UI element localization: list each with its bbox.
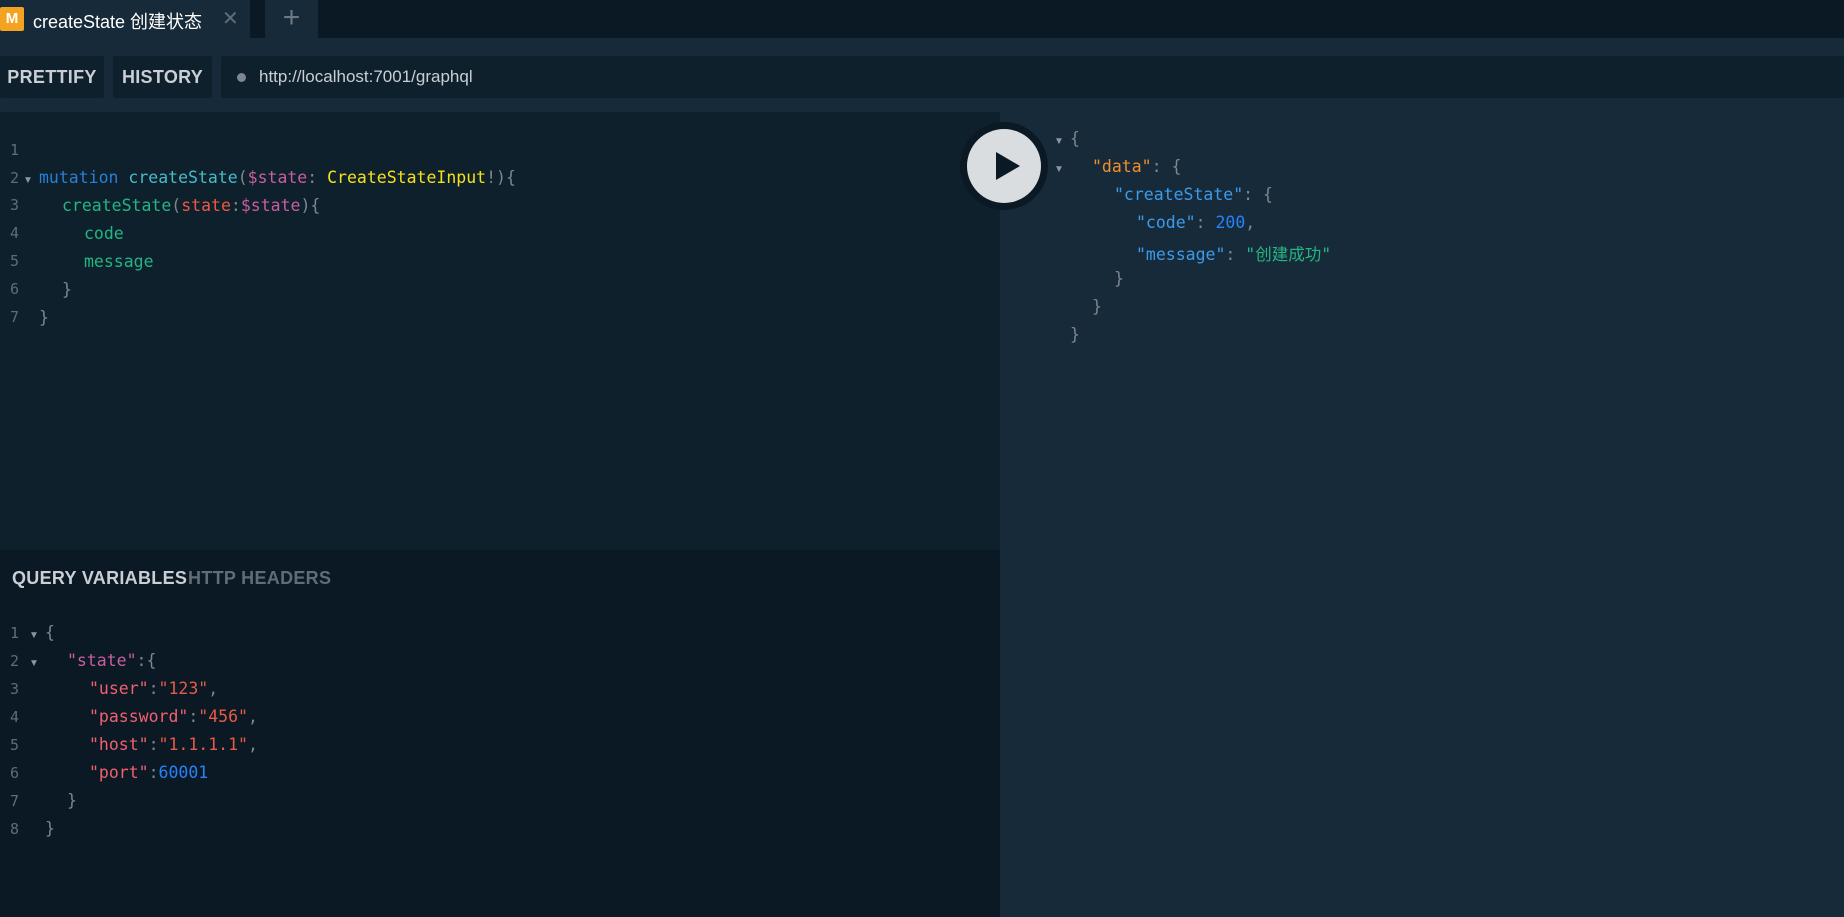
triangle-down-icon[interactable]: ▼ — [23, 175, 33, 186]
triangle-down-icon[interactable]: ▼ — [1054, 164, 1064, 175]
code-line: message — [84, 252, 154, 271]
result-line: { — [1070, 129, 1080, 148]
line-number: 5 — [10, 736, 20, 754]
triangle-down-icon[interactable]: ▼ — [1054, 136, 1064, 147]
result-pane: ▼ ▼ { "data": { "createState": { "code":… — [1000, 112, 1844, 917]
line-number: 5 — [10, 252, 20, 270]
code-line: "host":"1.1.1.1", — [89, 735, 258, 754]
tab-query-variables[interactable]: QUERY VARIABLES — [12, 568, 187, 589]
code-line: createState(state:$state){ — [62, 196, 321, 215]
line-number: 3 — [10, 196, 20, 214]
line-number: 4 — [10, 224, 20, 242]
code-line: code — [84, 224, 124, 243]
line-number: 1 — [10, 141, 20, 159]
triangle-down-icon[interactable]: ▼ — [29, 630, 39, 641]
line-number: 1 — [10, 624, 20, 642]
code-line: "user":"123", — [89, 679, 219, 698]
result-line: "createState": { — [1114, 185, 1273, 204]
variables-panel: QUERY VARIABLES HTTP HEADERS 1 2 3 4 5 6… — [0, 550, 1000, 917]
connection-status-dot — [237, 73, 246, 82]
play-icon — [996, 152, 1020, 180]
result-line: "message": "创建成功" — [1136, 245, 1332, 264]
code-line: } — [45, 819, 55, 838]
line-number: 3 — [10, 680, 20, 698]
line-number: 7 — [10, 792, 20, 810]
mutation-badge: M — [0, 7, 24, 31]
history-button[interactable]: HISTORY — [113, 56, 212, 98]
endpoint-url-input[interactable]: http://localhost:7001/graphql — [221, 56, 1844, 98]
code-line: "state":{ — [67, 651, 157, 670]
code-line: mutation createState($state: CreateState… — [39, 168, 516, 187]
query-editor[interactable]: 1 2 3 4 5 6 7 ▼ mutation createState($st… — [0, 112, 1000, 550]
close-icon[interactable]: ✕ — [222, 6, 239, 31]
line-number: 6 — [10, 280, 20, 298]
result-line: } — [1070, 325, 1080, 344]
code-line: "port":60001 — [89, 763, 209, 782]
code-line: } — [67, 791, 77, 810]
line-number: 7 — [10, 308, 20, 326]
tab-http-headers[interactable]: HTTP HEADERS — [188, 568, 331, 589]
line-number: 2 — [10, 652, 20, 670]
endpoint-url: http://localhost:7001/graphql — [259, 67, 473, 86]
prettify-button[interactable]: PRETTIFY — [0, 56, 104, 98]
tab-bar: M createState 创建状态 ✕ + — [0, 0, 1844, 38]
line-number: 8 — [10, 820, 20, 838]
result-line: } — [1114, 269, 1124, 288]
triangle-down-icon[interactable]: ▼ — [29, 658, 39, 669]
toolbar: PRETTIFY HISTORY http://localhost:7001/g… — [0, 38, 1844, 112]
code-line: } — [62, 280, 72, 299]
line-number: 4 — [10, 708, 20, 726]
code-line: "password":"456", — [89, 707, 258, 726]
tab-title: createState 创建状态 — [33, 12, 203, 32]
run-button[interactable] — [967, 129, 1041, 203]
tab-createstate[interactable]: M createState 创建状态 ✕ — [0, 0, 250, 38]
line-number: 6 — [10, 764, 20, 782]
code-line: { — [45, 623, 55, 642]
result-line: } — [1092, 297, 1102, 316]
result-line: "code": 200, — [1136, 213, 1256, 232]
result-line: "data": { — [1092, 157, 1182, 176]
plus-icon[interactable]: + — [265, 0, 318, 38]
code-line: } — [39, 308, 49, 327]
run-button-ring — [960, 122, 1048, 210]
